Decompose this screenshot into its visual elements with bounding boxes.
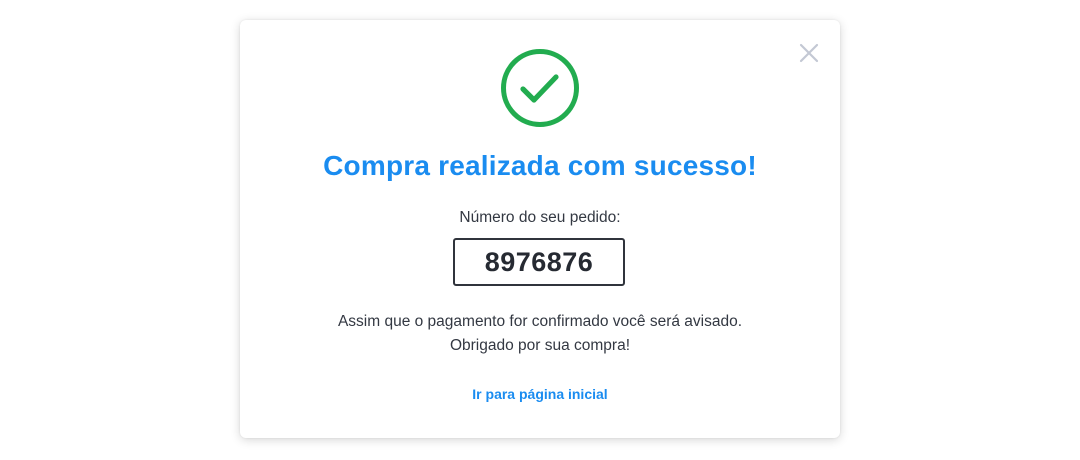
close-icon (799, 43, 819, 63)
success-modal: Compra realizada com sucesso! Número do … (240, 20, 840, 438)
message-line-2: Obrigado por sua compra! (449, 337, 631, 354)
check-circle-icon (501, 49, 579, 127)
go-home-link[interactable]: Ir para página inicial (472, 386, 607, 402)
order-number-box: 8976876 (453, 238, 625, 286)
modal-title: Compra realizada com sucesso! (323, 150, 757, 181)
close-button[interactable] (798, 42, 820, 64)
message-line-1: Assim que o pagamento for confirmado voc… (337, 313, 743, 330)
confirmation-message: Assim que o pagamento for confirmado voc… (240, 310, 840, 358)
success-check (498, 46, 582, 130)
home-link-wrap: Ir para página inicial (240, 386, 840, 402)
order-number-label: Número do seu pedido: (459, 209, 621, 226)
